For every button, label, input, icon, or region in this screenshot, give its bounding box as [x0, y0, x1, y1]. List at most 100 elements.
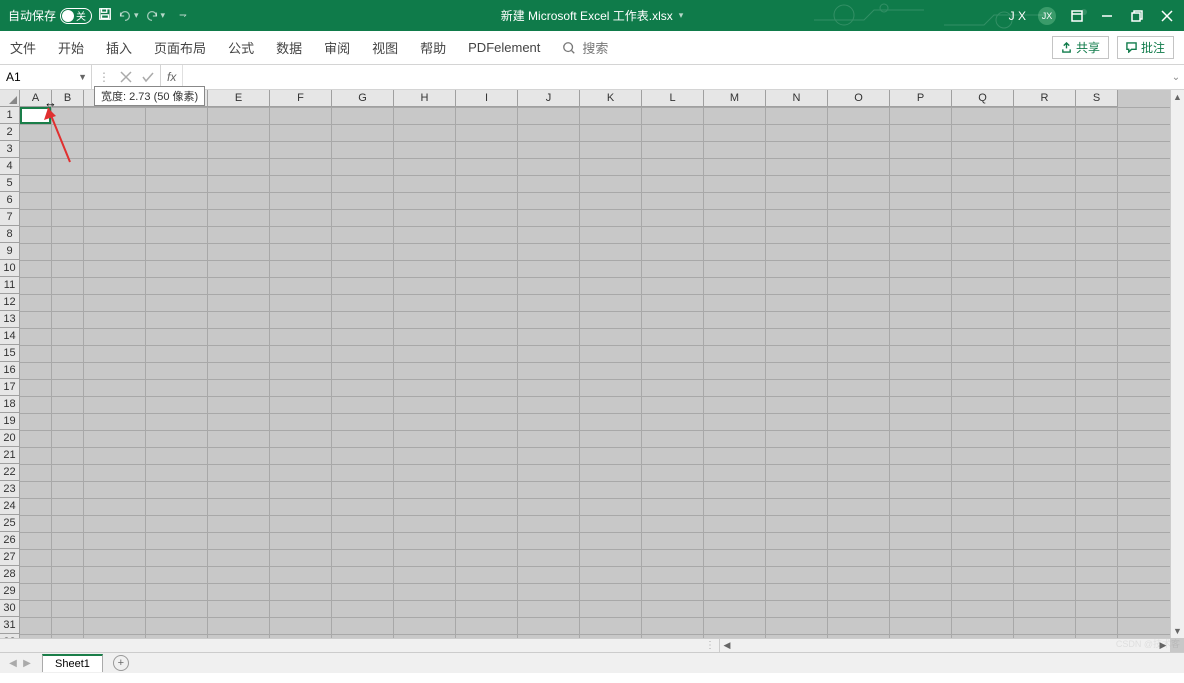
- minimize-button[interactable]: [1098, 7, 1116, 25]
- maximize-button[interactable]: [1128, 7, 1146, 25]
- cancel-icon[interactable]: [120, 71, 132, 83]
- tab-data[interactable]: 数据: [276, 38, 302, 57]
- redo-button[interactable]: ▾: [145, 9, 166, 23]
- horizontal-scrollbar[interactable]: ⋮ ◀ ▶: [0, 638, 1170, 652]
- row-header[interactable]: 15: [0, 345, 20, 362]
- name-box[interactable]: A1 ▼: [0, 65, 92, 89]
- row-header[interactable]: 7: [0, 209, 20, 226]
- column-header[interactable]: M: [704, 90, 766, 107]
- column-width-tooltip: 宽度: 2.73 (50 像素): [94, 86, 205, 106]
- tab-file[interactable]: 文件: [10, 38, 36, 57]
- ribbon-display-options[interactable]: [1068, 7, 1086, 25]
- formula-input[interactable]: [183, 65, 1168, 89]
- row-header[interactable]: 8: [0, 226, 20, 243]
- ribbon: 文件 开始 插入 页面布局 公式 数据 审阅 视图 帮助 PDFelement …: [0, 31, 1184, 65]
- row-header[interactable]: 18: [0, 396, 20, 413]
- row-header[interactable]: 20: [0, 430, 20, 447]
- tab-pdfelement[interactable]: PDFelement: [468, 40, 540, 55]
- qat-customize[interactable]: ⇁: [179, 10, 187, 21]
- column-header[interactable]: F: [270, 90, 332, 107]
- row-header[interactable]: 17: [0, 379, 20, 396]
- column-header[interactable]: J: [518, 90, 580, 107]
- user-name[interactable]: J X: [1009, 9, 1026, 23]
- search-icon: [562, 41, 576, 55]
- row-header[interactable]: 21: [0, 447, 20, 464]
- tab-help[interactable]: 帮助: [420, 38, 446, 57]
- row-header[interactable]: 4: [0, 158, 20, 175]
- tab-home[interactable]: 开始: [58, 38, 84, 57]
- save-button[interactable]: [98, 7, 112, 24]
- tab-pagelayout[interactable]: 页面布局: [154, 38, 206, 57]
- column-header[interactable]: G: [332, 90, 394, 107]
- select-all-corner[interactable]: [0, 90, 20, 107]
- column-header[interactable]: E: [208, 90, 270, 107]
- add-sheet-button[interactable]: +: [113, 655, 129, 671]
- formula-expand[interactable]: ⌄: [1168, 65, 1184, 89]
- row-header[interactable]: 9: [0, 243, 20, 260]
- column-header[interactable]: K: [580, 90, 642, 107]
- comment-button[interactable]: 批注: [1117, 36, 1174, 59]
- row-header[interactable]: 11: [0, 277, 20, 294]
- dropdown-icon[interactable]: ⋮: [98, 70, 110, 84]
- window-title: 新建 Microsoft Excel 工作表.xlsx: [501, 7, 673, 24]
- row-header[interactable]: 23: [0, 481, 20, 498]
- sheet-tab-active[interactable]: Sheet1: [42, 654, 103, 672]
- autosave-toggle[interactable]: 自动保存 关: [8, 7, 92, 24]
- column-header[interactable]: O: [828, 90, 890, 107]
- row-header[interactable]: 28: [0, 566, 20, 583]
- row-header[interactable]: 5: [0, 175, 20, 192]
- scroll-left-icon[interactable]: ◀: [720, 639, 734, 653]
- avatar[interactable]: JX: [1038, 7, 1056, 25]
- share-icon: [1061, 42, 1072, 53]
- sheet-nav-prev[interactable]: ◀: [6, 658, 20, 669]
- row-header[interactable]: 3: [0, 141, 20, 158]
- spreadsheet-grid: 宽度: 2.73 (50 像素) ↔ ABCDEFGHIJKLMNOPQRS 1…: [0, 90, 1184, 652]
- row-header[interactable]: 13: [0, 311, 20, 328]
- tab-review[interactable]: 审阅: [324, 38, 350, 57]
- row-header[interactable]: 31: [0, 617, 20, 634]
- row-header[interactable]: 19: [0, 413, 20, 430]
- enter-icon[interactable]: [142, 71, 154, 83]
- close-button[interactable]: [1158, 7, 1176, 25]
- row-header[interactable]: 30: [0, 600, 20, 617]
- row-header[interactable]: 6: [0, 192, 20, 209]
- row-header[interactable]: 14: [0, 328, 20, 345]
- search-box[interactable]: 搜索: [562, 38, 608, 57]
- row-header[interactable]: 12: [0, 294, 20, 311]
- chevron-down-icon: ▼: [78, 72, 87, 82]
- row-header[interactable]: 2: [0, 124, 20, 141]
- row-headers: 1234567891011121314151617181920212223242…: [0, 107, 20, 638]
- column-header[interactable]: L: [642, 90, 704, 107]
- vertical-scrollbar[interactable]: ▲ ▼: [1170, 90, 1184, 638]
- row-header[interactable]: 26: [0, 532, 20, 549]
- share-button[interactable]: 共享: [1052, 36, 1109, 59]
- column-header[interactable]: R: [1014, 90, 1076, 107]
- undo-button[interactable]: ▾: [118, 9, 139, 23]
- autosave-label: 自动保存: [8, 7, 56, 24]
- tab-formulas[interactable]: 公式: [228, 38, 254, 57]
- row-header[interactable]: 16: [0, 362, 20, 379]
- cells-area[interactable]: [20, 107, 1170, 638]
- tab-insert[interactable]: 插入: [106, 38, 132, 57]
- row-header[interactable]: 22: [0, 464, 20, 481]
- row-header[interactable]: 27: [0, 549, 20, 566]
- column-header[interactable]: H: [394, 90, 456, 107]
- resize-cursor-icon: ↔: [44, 95, 57, 110]
- row-header[interactable]: 10: [0, 260, 20, 277]
- row-header[interactable]: 1: [0, 107, 20, 124]
- title-dropdown[interactable]: ▾: [679, 10, 684, 21]
- grip-icon[interactable]: ⋮: [0, 639, 720, 652]
- row-header[interactable]: 24: [0, 498, 20, 515]
- watermark: CSDN @技术客: [1116, 637, 1180, 650]
- column-header[interactable]: N: [766, 90, 828, 107]
- column-header[interactable]: P: [890, 90, 952, 107]
- scroll-up-icon[interactable]: ▲: [1171, 90, 1184, 104]
- column-header[interactable]: Q: [952, 90, 1014, 107]
- row-header[interactable]: 29: [0, 583, 20, 600]
- column-header[interactable]: S: [1076, 90, 1118, 107]
- column-header[interactable]: I: [456, 90, 518, 107]
- scroll-down-icon[interactable]: ▼: [1171, 624, 1184, 638]
- sheet-nav-next[interactable]: ▶: [20, 658, 34, 669]
- row-header[interactable]: 25: [0, 515, 20, 532]
- tab-view[interactable]: 视图: [372, 38, 398, 57]
